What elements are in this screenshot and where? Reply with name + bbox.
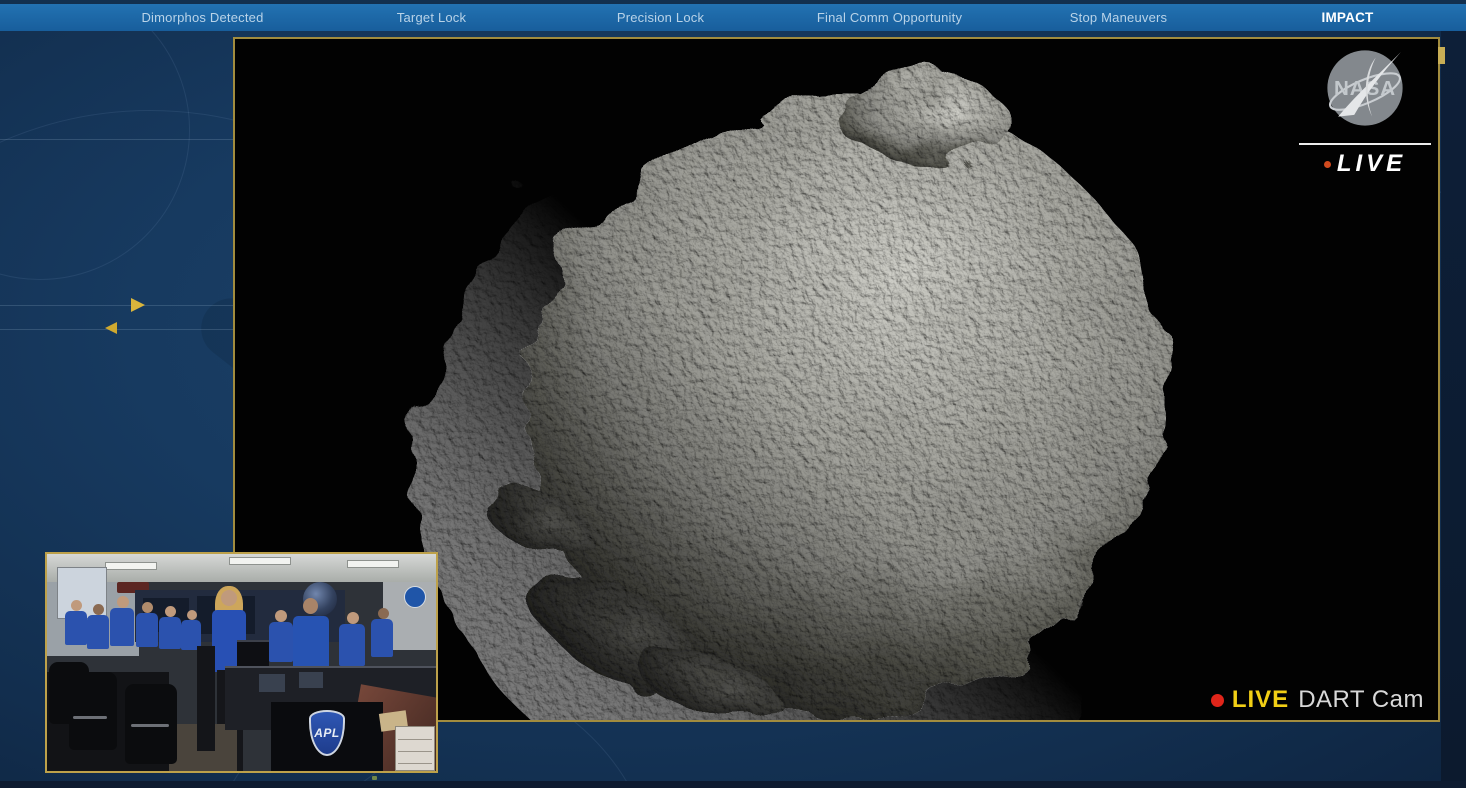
person-head bbox=[275, 610, 287, 622]
apl-logo-label: APL bbox=[314, 726, 340, 740]
phase-precision-lock: Precision Lock bbox=[546, 10, 775, 25]
office-chair bbox=[69, 672, 117, 750]
chair-armrest bbox=[73, 716, 107, 719]
mission-phase-bar: Dimorphos Detected Target Lock Precision… bbox=[0, 4, 1466, 31]
gold-marker-right-icon bbox=[131, 298, 145, 312]
person-figure bbox=[87, 615, 109, 649]
gold-marker-left-icon bbox=[105, 322, 117, 334]
phase-impact: IMPACT bbox=[1233, 10, 1462, 25]
office-chair bbox=[125, 684, 177, 764]
person-head bbox=[347, 612, 359, 624]
nasa-watermark: NASA LIVE bbox=[1298, 45, 1432, 178]
person-figure bbox=[159, 617, 181, 649]
person-head bbox=[71, 600, 82, 611]
person-head bbox=[221, 590, 237, 606]
nasa-meatball-icon bbox=[404, 586, 426, 608]
background-dot bbox=[372, 776, 377, 780]
person-figure bbox=[65, 611, 87, 645]
caption-live-label: LIVE bbox=[1232, 686, 1289, 714]
drawer-divider bbox=[398, 751, 432, 752]
phase-stop-maneuvers: Stop Maneuvers bbox=[1004, 10, 1233, 25]
right-margin-strip bbox=[1441, 31, 1466, 782]
watermark-live-label: LIVE bbox=[1337, 150, 1406, 178]
desk-monitor bbox=[299, 672, 323, 688]
ceiling-light bbox=[347, 560, 399, 568]
person-head bbox=[187, 610, 197, 620]
person-figure bbox=[110, 608, 134, 646]
apl-logo: APL bbox=[309, 710, 345, 756]
desk-monitor bbox=[259, 674, 285, 692]
mission-control-pip[interactable]: APL bbox=[45, 552, 438, 773]
caption-camera-label: DART Cam bbox=[1298, 686, 1424, 714]
drawer-divider bbox=[398, 763, 432, 764]
person-figure bbox=[269, 622, 293, 662]
phase-dimorphos-detected: Dimorphos Detected bbox=[88, 10, 317, 25]
person-head bbox=[117, 596, 129, 608]
record-dot-icon bbox=[1211, 694, 1224, 707]
person-head bbox=[378, 608, 389, 619]
camera-caption: LIVE DART Cam bbox=[1211, 686, 1424, 714]
person-head bbox=[93, 604, 104, 615]
live-dot-icon bbox=[1324, 161, 1331, 168]
person-head bbox=[303, 598, 318, 614]
apl-desk-panel: APL bbox=[271, 702, 383, 771]
person-head bbox=[165, 606, 176, 617]
nasa-logo-icon: NASA bbox=[1322, 45, 1408, 131]
background-line bbox=[0, 139, 233, 140]
watermark-divider bbox=[1299, 143, 1431, 145]
ceiling-light bbox=[105, 562, 157, 570]
background-line bbox=[0, 305, 233, 306]
drawer-divider bbox=[398, 739, 432, 740]
broadcast-stage: Dimorphos Detected Target Lock Precision… bbox=[0, 0, 1466, 788]
frame-edge-tab bbox=[1438, 47, 1445, 64]
phase-final-comm-opportunity: Final Comm Opportunity bbox=[775, 10, 1004, 25]
watermark-live-row: LIVE bbox=[1324, 150, 1406, 178]
person-figure bbox=[136, 613, 158, 647]
person-head bbox=[142, 602, 153, 613]
person-figure bbox=[371, 619, 393, 657]
person-figure bbox=[339, 624, 365, 666]
chair-armrest bbox=[131, 724, 169, 727]
phase-target-lock: Target Lock bbox=[317, 10, 546, 25]
bottom-edge-strip bbox=[0, 781, 1466, 788]
desk-partition bbox=[197, 646, 215, 751]
drawer-unit bbox=[395, 726, 435, 771]
ceiling-light bbox=[229, 557, 291, 565]
